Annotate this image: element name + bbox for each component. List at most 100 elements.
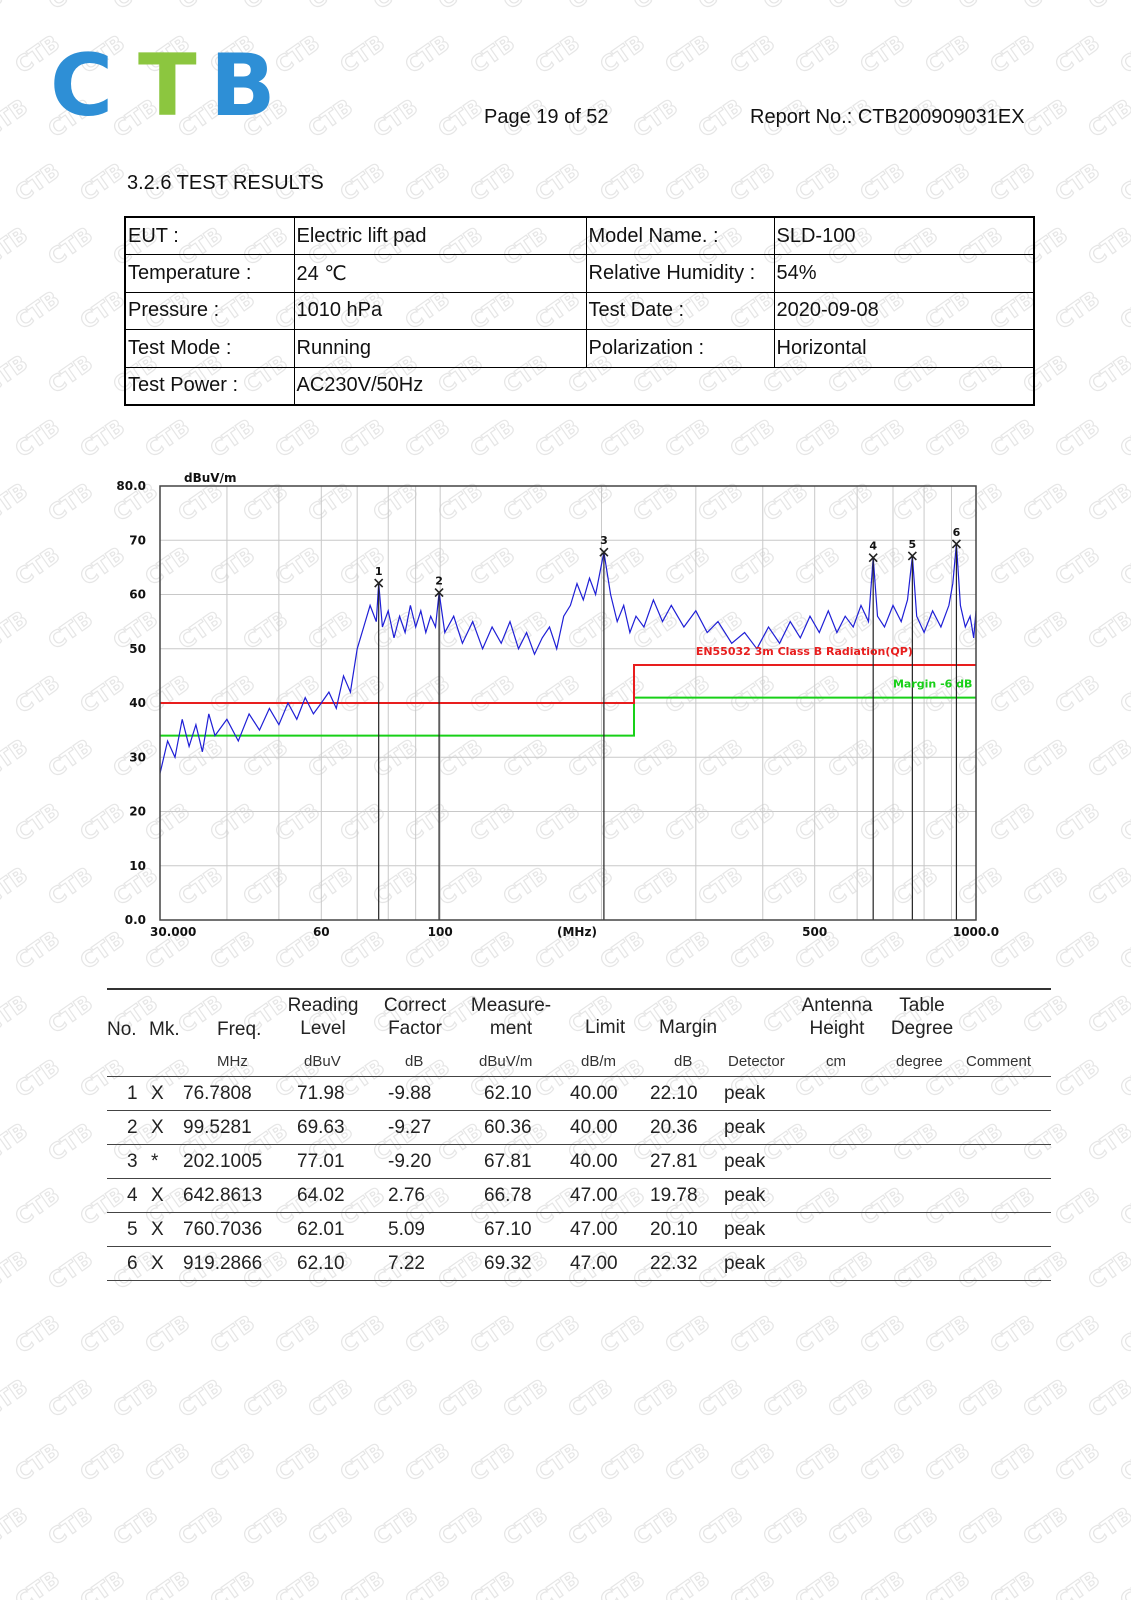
header-correct-factor: Correct Factor <box>379 994 451 1040</box>
result-no: 3 <box>127 1151 138 1172</box>
result-freq: 202.1005 <box>183 1151 263 1172</box>
eut-value: Electric lift pad <box>293 216 587 256</box>
result-mark: X <box>151 1185 164 1206</box>
y-tick-label: 60 <box>129 588 146 602</box>
marker-label: 2 <box>435 575 443 588</box>
y-axis-unit: dBuV/m <box>184 471 236 485</box>
y-tick-label: 70 <box>129 533 146 547</box>
result-reading: 62.10 <box>297 1253 345 1274</box>
x-tick-label: 30.000 <box>150 925 196 939</box>
result-margin: 22.32 <box>650 1253 698 1274</box>
info-row-temperature: Temperature : 24 ℃ Relative Humidity : 5… <box>124 254 1035 293</box>
unit-correct: dB <box>405 1053 424 1070</box>
table-row: 3 * 202.1005 77.01 -9.20 67.81 40.00 27.81 peak <box>107 1145 1051 1179</box>
logo-letter-c: C <box>50 40 113 130</box>
result-mark: X <box>151 1219 164 1240</box>
eut-label: EUT : <box>124 216 295 256</box>
x-tick-label: 60 <box>313 925 330 939</box>
result-freq: 99.5281 <box>183 1117 252 1138</box>
temperature-label: Temperature : <box>124 254 295 293</box>
result-no: 4 <box>127 1185 138 1206</box>
header-height: Height <box>809 1018 865 1039</box>
unit-reading: dBuV <box>304 1053 341 1070</box>
result-freq: 760.7036 <box>183 1219 263 1240</box>
polarization-label: Polarization : <box>585 329 775 368</box>
result-detector: peak <box>724 1253 766 1274</box>
results-body: 1 X 76.7808 71.98 -9.88 62.10 40.00 22.10 peak 2 X… <box>107 1077 1051 1281</box>
unit-margin: dB <box>674 1053 693 1070</box>
table-row: 1 X 76.7808 71.98 -9.88 62.10 40.00 22.10 peak <box>107 1077 1051 1111</box>
y-tick-label: 30 <box>129 750 146 764</box>
result-freq: 642.8613 <box>183 1185 263 1206</box>
report-number: Report No.: CTB200909031EX <box>750 106 1025 128</box>
marker-label: 6 <box>953 526 961 539</box>
result-reading: 71.98 <box>297 1083 345 1104</box>
polarization-value: Horizontal <box>773 329 1035 368</box>
result-detector: peak <box>724 1219 766 1240</box>
result-no: 5 <box>127 1219 138 1240</box>
table-row: 2 X 99.5281 69.63 -9.27 60.36 40.00 20.36 peak <box>107 1111 1051 1145</box>
header-measurement: Measure- ment <box>467 994 555 1040</box>
unit-freq: MHz <box>217 1053 248 1070</box>
results-table: No. Mk. Freq. Reading Level Correct Fact… <box>107 988 1051 1281</box>
info-row-eut: EUT : Electric lift pad Model Name. : SL… <box>124 216 1035 256</box>
header-no: No. <box>107 1019 137 1040</box>
result-measure: 67.10 <box>484 1219 532 1240</box>
header-correct: Correct <box>383 995 447 1016</box>
y-tick-label: 50 <box>129 642 146 656</box>
result-limit: 40.00 <box>570 1117 618 1138</box>
result-correct: 7.22 <box>388 1253 425 1274</box>
table-row: 6 X 919.2866 62.10 7.22 69.32 47.00 22.32 peak <box>107 1247 1051 1281</box>
result-detector: peak <box>724 1185 766 1206</box>
unit-comment: Comment <box>966 1053 1032 1070</box>
y-tick-label: 0.0 <box>125 913 146 927</box>
result-reading: 62.01 <box>297 1219 345 1240</box>
pressure-value: 1010 hPa <box>293 291 587 331</box>
marker-label: 3 <box>600 534 608 547</box>
limit-line-label: EN55032 3m Class B Radiation(QP) <box>696 645 913 658</box>
result-freq: 76.7808 <box>183 1083 252 1104</box>
result-reading: 77.01 <box>297 1151 345 1172</box>
info-row-power: Test Power : AC230V/50Hz <box>124 366 1035 406</box>
result-mark: X <box>151 1083 164 1104</box>
pressure-label: Pressure : <box>124 291 295 331</box>
result-detector: peak <box>724 1083 766 1104</box>
test-power-label: Test Power : <box>124 366 295 406</box>
test-mode-value: Running <box>293 329 587 368</box>
y-tick-label: 80.0 <box>116 479 146 493</box>
result-no: 6 <box>127 1253 138 1274</box>
result-limit: 47.00 <box>570 1219 618 1240</box>
table-row: 5 X 760.7036 62.01 5.09 67.10 47.00 20.10 peak <box>107 1213 1051 1247</box>
result-mark: X <box>151 1253 164 1274</box>
header-factor: Factor <box>388 1018 442 1039</box>
unit-antenna: cm <box>826 1053 846 1070</box>
result-correct: 5.09 <box>388 1219 425 1240</box>
result-no: 2 <box>127 1117 138 1138</box>
model-label: Model Name. : <box>585 216 775 256</box>
result-margin: 22.10 <box>650 1083 698 1104</box>
header-freq: Freq. <box>217 1019 262 1040</box>
ctb-logo: C T B <box>50 40 276 130</box>
result-correct: -9.27 <box>388 1117 432 1138</box>
x-tick-label: 500 <box>802 925 827 939</box>
test-mode-label: Test Mode : <box>124 329 295 368</box>
result-mark: X <box>151 1117 164 1138</box>
emission-trace <box>159 543 977 774</box>
humidity-label: Relative Humidity : <box>585 254 775 293</box>
result-limit: 47.00 <box>570 1253 618 1274</box>
header-reading: Reading <box>287 995 359 1016</box>
header-mk: Mk. <box>149 1019 180 1040</box>
y-tick-label: 10 <box>129 859 146 873</box>
unit-limit: dB/m <box>581 1053 617 1070</box>
result-margin: 20.36 <box>650 1117 698 1138</box>
results-header-row: No. Mk. Freq. Reading Level Correct Fact… <box>107 990 1051 1046</box>
table-row: 4 X 642.8613 64.02 2.76 66.78 47.00 19.78 peak <box>107 1179 1051 1213</box>
y-tick-label: 20 <box>129 805 146 819</box>
test-date-value: 2020-09-08 <box>773 291 1035 331</box>
result-limit: 40.00 <box>570 1151 618 1172</box>
header-antenna: Antenna <box>801 995 873 1016</box>
result-freq: 919.2866 <box>183 1253 263 1274</box>
result-margin: 19.78 <box>650 1185 698 1206</box>
header-table: Table <box>899 995 945 1016</box>
header-limit: Limit <box>585 1017 626 1038</box>
